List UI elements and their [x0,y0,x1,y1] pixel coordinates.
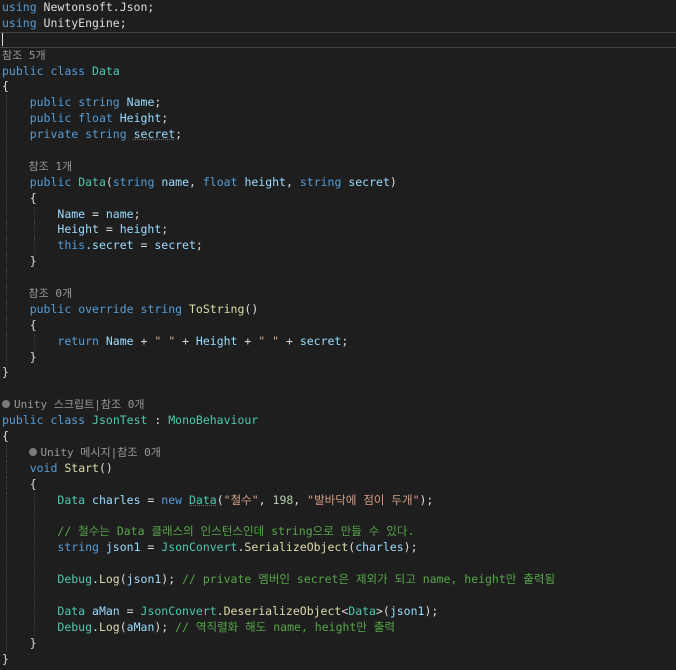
code-line-blank[interactable] [0,556,676,573]
codelens-unity-message-start[interactable]: Unity 메시지|참조 0개 [0,444,676,461]
code-line-start-open-brace[interactable]: { [0,476,676,493]
indent-guide [6,238,7,255]
indent-guide [6,206,7,223]
code-line-ctor-signature[interactable]: public Data(string name, float height, s… [0,174,676,191]
code-line-open-brace[interactable]: { [0,429,676,445]
indent-guide [6,492,7,509]
code-line-debug-log-aman[interactable]: Debug.Log(aMan); // 역직렬화 해도 name, height… [0,619,676,636]
code-line-class-data[interactable]: public class Data [0,64,676,80]
indent-guide [6,174,7,191]
indent-guide [6,301,7,318]
indent-guide [6,460,7,477]
codelens-references-data[interactable]: 참조 5개 [0,48,676,64]
code-line-ctor-open-brace[interactable]: { [0,190,676,207]
codelens-unity-script-jsontest[interactable]: Unity 스크립트|참조 0개 [0,397,676,413]
code-line-charles[interactable]: Data charles = new Data("철수", 198, "발바닥에… [0,492,676,509]
code-line-close-brace[interactable]: } [0,365,676,381]
indent-guide [6,143,7,159]
indent-guide [6,508,7,525]
indent-guide [6,317,7,334]
indent-guide [34,556,35,573]
code-line-blank[interactable] [0,587,676,604]
indent-guide [34,508,35,525]
code-line-json1[interactable]: string json1 = JsonConvert.SerializeObje… [0,540,676,557]
code-line-ctor-close-brace[interactable]: } [0,254,676,271]
code-line-tostring-signature[interactable]: public override string ToString() [0,301,676,318]
code-line-start-signature[interactable]: void Start() [0,460,676,477]
indent-guide [6,111,7,128]
indent-guide [6,95,7,112]
indent-guide [34,238,35,255]
codelens-references-tostring[interactable]: 참조 0개 [0,286,676,302]
code-line-blank[interactable] [0,270,676,287]
indent-guide [6,524,7,541]
code-line-close-brace[interactable]: } [0,652,676,668]
text-caret [2,32,3,46]
code-line-using-newtonsoft[interactable]: using Newtonsoft.Json; [0,0,676,16]
indent-guide [6,333,7,350]
code-line-using-unityengine[interactable]: using UnityEngine; [0,16,676,32]
indent-guide [6,619,7,636]
code-line-blank[interactable] [0,508,676,525]
unity-icon [2,400,10,409]
code-line-debug-log-json1[interactable]: Debug.Log(json1); // private 멤버인 secret은… [0,572,676,588]
indent-guide [6,286,7,302]
code-line-blank[interactable] [0,143,676,159]
indent-guide [34,572,35,588]
code-line-aman[interactable]: Data aMan = JsonConvert.DeserializeObjec… [0,603,676,620]
code-line-comment-1[interactable]: // 철수는 Data 클래스의 인스턴스인데 string으로 만들 수 있다… [0,524,676,541]
indent-guide [34,492,35,509]
indent-guide [34,603,35,620]
code-line-field-secret[interactable]: private string secret; [0,127,676,144]
indent-guide [34,206,35,223]
indent-guide [6,556,7,573]
indent-guide [6,270,7,287]
indent-guide [6,190,7,207]
indent-guide [34,333,35,350]
code-editor[interactable]: using Newtonsoft.Json; using UnityEngine… [0,0,676,670]
indent-guide [6,540,7,557]
indent-guide [34,222,35,239]
indent-guide [6,222,7,239]
code-line-assign-height[interactable]: Height = height; [0,222,676,239]
code-line-current-cursor[interactable] [0,31,676,48]
indent-guide [34,587,35,604]
indent-guide [6,587,7,604]
code-line-open-brace[interactable]: { [0,79,676,95]
code-line-tostring-open-brace[interactable]: { [0,317,676,334]
indent-guide [6,572,7,588]
code-line-tostring-close-brace[interactable]: } [0,349,676,366]
indent-guide [6,476,7,493]
codelens-references-ctor[interactable]: 참조 1개 [0,158,676,175]
code-line-assign-secret[interactable]: this.secret = secret; [0,238,676,255]
code-line-assign-name[interactable]: Name = name; [0,206,676,223]
indent-guide [34,524,35,541]
code-line-return[interactable]: return Name + " " + Height + " " + secre… [0,333,676,350]
indent-guide [6,349,7,366]
indent-guide [6,158,7,175]
indent-guide [6,444,7,461]
code-line-field-name[interactable]: public string Name; [0,95,676,112]
code-line-class-jsontest[interactable]: public class JsonTest : MonoBehaviour [0,413,676,429]
code-line-start-close-brace[interactable]: } [0,635,676,652]
code-line-blank[interactable] [0,381,676,397]
indent-guide [34,619,35,636]
code-line-field-height[interactable]: public float Height; [0,111,676,128]
indent-guide [6,127,7,144]
indent-guide [34,540,35,557]
unity-icon [28,447,37,456]
indent-guide [6,635,7,652]
indent-guide [6,603,7,620]
indent-guide [6,254,7,271]
